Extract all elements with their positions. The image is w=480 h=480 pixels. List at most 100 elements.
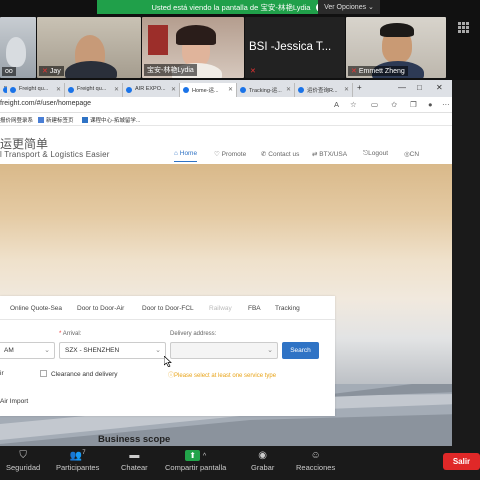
mic-muted-icon: ✕	[42, 68, 48, 75]
shield-icon: ⛉	[19, 450, 27, 461]
delivery-address-select[interactable]: ⌄	[170, 342, 278, 359]
browser-tab[interactable]: Freight qu...✕	[65, 83, 123, 97]
tab-tracking[interactable]: Tracking	[275, 305, 300, 312]
reactions-button[interactable]: ☺ Reacciones	[296, 450, 335, 472]
participants-button[interactable]: 👥7 Participantes	[56, 450, 99, 472]
chevron-down-icon: ⌄	[155, 347, 161, 354]
close-icon: ✕	[170, 87, 176, 93]
browser-tab[interactable]: 运价查询R... ✕	[295, 83, 353, 97]
departure-select[interactable]: AM ⌄	[0, 342, 55, 359]
browser-tab[interactable]: Freight qu...✕	[7, 83, 65, 97]
nav-language[interactable]: ◎CN	[404, 150, 419, 158]
address-bar: freight.com/#/user/homepage A ☆ ▭ ✩ ❐ ● …	[0, 97, 452, 113]
service-type-warning: ⓘPlease select at least one service type	[168, 373, 277, 379]
tab-door-to-door-fcl[interactable]: Door to Door-FCL	[142, 305, 194, 312]
close-window-icon[interactable]: ✕	[436, 83, 443, 92]
clearance-delivery-checkbox[interactable]: Clearance and delivery	[40, 370, 117, 378]
more-menu-icon[interactable]: ⋯	[442, 100, 450, 109]
wall-decoration	[148, 25, 168, 55]
promote-icon: ♡	[214, 151, 220, 158]
chevron-down-icon: ⌄	[368, 4, 374, 11]
close-icon: ✕	[227, 87, 233, 93]
participant-big-name: BSI -Jessica T...	[249, 41, 332, 53]
nav-home[interactable]: ⌂ Home	[174, 150, 198, 162]
nav-btx-usa[interactable]: ⇄ BTX/USA	[312, 150, 347, 158]
share-screen-button[interactable]: ⬆ ^ Compartir pantalla	[165, 450, 226, 472]
tab-door-to-door-air[interactable]: Door to Door-Air	[77, 305, 124, 312]
new-tab-icon[interactable]: +	[357, 83, 362, 92]
url-field[interactable]: freight.com/#/user/homepage	[0, 100, 91, 107]
browser-tab[interactable]: Tracking-运... ✕	[237, 83, 295, 97]
participant-name: 宝安-林艳Lydia	[144, 64, 197, 76]
close-icon: ✕	[113, 87, 119, 93]
phone-icon: ✆	[261, 151, 267, 158]
arrival-label: * Arrival:	[59, 331, 82, 337]
bookmark-item[interactable]: 报价网登录系	[0, 116, 33, 124]
participant-tile-2[interactable]: ✕ Jay	[37, 17, 141, 78]
air-checkbox[interactable]: ir	[0, 370, 4, 377]
site-tagline: l Transport & Logistics Easier	[0, 150, 110, 159]
participant-tile-3[interactable]: 宝安-林艳Lydia	[142, 17, 244, 78]
participants-icon: 👥7	[69, 450, 86, 462]
tab-online-quote-sea[interactable]: Online Quote-Sea	[10, 305, 62, 312]
transfer-icon: ⇄	[312, 151, 318, 158]
close-icon: ✕	[285, 87, 291, 93]
collections-icon[interactable]: ❐	[410, 100, 417, 109]
bookmarks-bar: 报价网登录系 新建标签页 课程中心-拓城留学...	[0, 113, 452, 126]
home-icon: ⌂	[174, 150, 178, 157]
gallery-view-icon[interactable]	[458, 22, 469, 33]
record-button[interactable]: ◉ Grabar	[251, 450, 274, 472]
chat-button[interactable]: ▬ Chatear	[121, 450, 148, 472]
close-icon: ✕	[55, 87, 61, 93]
air-import-option[interactable]: Air Import	[0, 398, 28, 405]
participant-name: ✕ Emmett Zheng	[348, 66, 408, 76]
smiley-icon: ☺	[310, 450, 321, 461]
close-icon: ✕	[343, 87, 349, 93]
hero-banner: Online Quote-Sea Door to Door-Air Door t…	[0, 164, 452, 446]
mic-muted-icon: ✕	[351, 68, 357, 75]
nav-logout[interactable]: ⎋Logout	[363, 150, 388, 158]
participant-tile-5[interactable]: ✕ Emmett Zheng	[346, 17, 446, 78]
business-scope-heading: Business scope	[98, 434, 171, 445]
collections-icon[interactable]: ▭	[371, 100, 378, 109]
browser-tab[interactable]: AIR EXPO... ✕	[123, 83, 180, 97]
chevron-up-icon: ^	[202, 453, 207, 460]
participant-tile-4[interactable]: BSI -Jessica T... ✕	[245, 17, 345, 78]
browser-tab-active[interactable]: Home-运... ✕	[180, 83, 237, 97]
read-aloud-icon[interactable]: A	[334, 100, 339, 109]
chevron-down-icon: ⌄	[267, 347, 273, 354]
browser-tab-bar: Freight qu...✕ Freight qu...✕ Freight qu…	[0, 80, 452, 97]
meeting-toolbar: ⛉ Seguridad 👥7 Participantes ▬ Chatear ⬆ ^ C…	[0, 446, 480, 480]
security-button[interactable]: ⛉ Seguridad	[6, 450, 40, 472]
search-button[interactable]: Search	[282, 342, 319, 359]
favorite-star-icon[interactable]: ☆	[350, 100, 357, 109]
tab-fba[interactable]: FBA	[248, 305, 261, 312]
chevron-down-icon: ⌄	[44, 347, 50, 354]
minimize-icon[interactable]: —	[398, 83, 406, 92]
nav-contact[interactable]: ✆ Contact us	[261, 150, 299, 158]
tab-railway[interactable]: Railway	[209, 305, 232, 312]
bookmark-item[interactable]: 课程中心-拓城留学...	[82, 116, 140, 124]
site-header: 运更简单 l Transport & Logistics Easier ⌂ Ho…	[0, 126, 452, 164]
mouse-cursor-icon	[164, 356, 172, 367]
record-icon: ◉	[258, 450, 268, 461]
profile-icon[interactable]: ●	[428, 100, 433, 109]
chat-icon: ▬	[129, 450, 140, 461]
arrival-select[interactable]: SZX - SHENZHEN ⌄	[59, 342, 166, 359]
leave-meeting-button[interactable]: Salir	[443, 453, 480, 470]
tab-divider	[0, 319, 335, 320]
share-banner-text: Usted está viendo la pantalla de 宝安-林艳Ly…	[151, 2, 311, 12]
delivery-address-label: Delivery address:	[170, 331, 217, 337]
participant-tile-1[interactable]: oo	[0, 17, 36, 78]
view-options-label: Ver Opciones	[324, 3, 367, 11]
participant-name: ✕ Jay	[39, 66, 64, 76]
view-options-button[interactable]: Ver Opciones ⌄	[318, 0, 380, 14]
bookmark-item[interactable]: 新建标签页	[38, 116, 74, 124]
mic-muted-icon: ✕	[250, 68, 256, 75]
favorites-icon[interactable]: ✩	[391, 100, 397, 109]
share-screen-icon: ⬆	[185, 450, 201, 461]
nav-promote[interactable]: ♡ Promote	[214, 150, 246, 158]
maximize-icon[interactable]: □	[417, 83, 422, 92]
participant-name: oo	[2, 67, 16, 76]
shared-browser-window: Freight qu...✕ Freight qu...✕ Freight qu…	[0, 80, 452, 446]
